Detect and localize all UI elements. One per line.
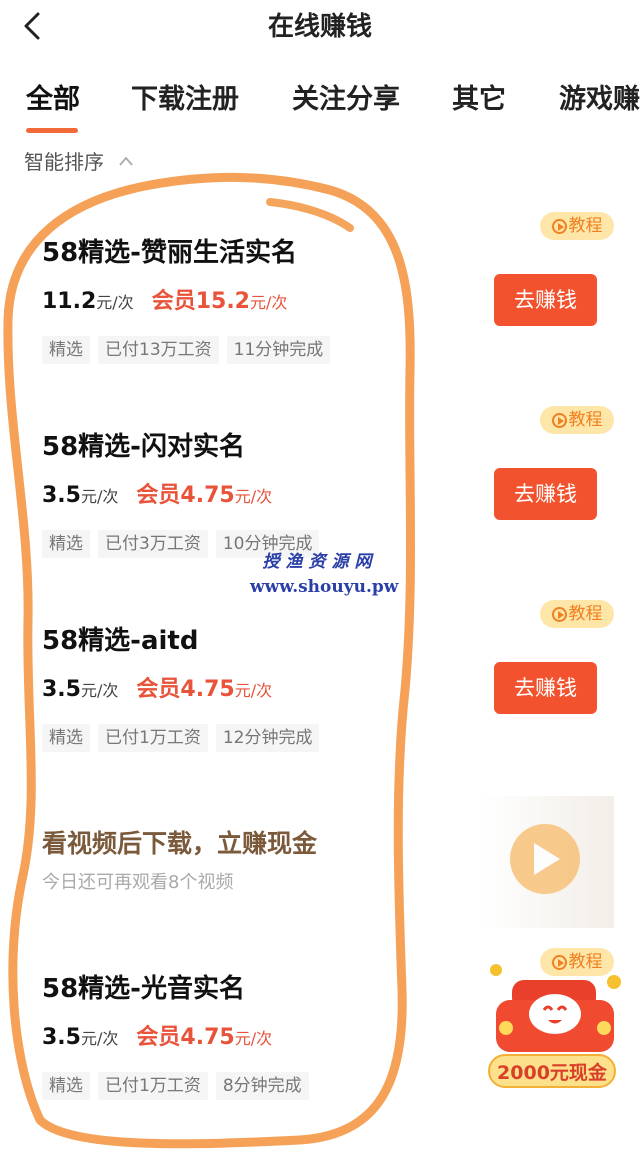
video-banner-subtitle: 今日还可再观看8个视频 <box>42 872 234 893</box>
price: 3.5 <box>42 1025 81 1050</box>
red-car-icon <box>490 964 621 1052</box>
vip-price: 4.75 <box>180 483 235 508</box>
play-icon <box>551 219 567 234</box>
earn-button[interactable]: 去赚钱 <box>494 274 597 326</box>
earn-button[interactable]: 去赚钱 <box>494 468 597 520</box>
price-row: 3.5元/次 会员4.75元/次 <box>42 483 273 508</box>
tab-other[interactable]: 其它 <box>452 80 506 120</box>
tag-list: 精选 已付1万工资 12分钟完成 <box>42 724 327 752</box>
tab-all[interactable]: 全部 <box>26 80 80 120</box>
tag-list: 精选 已付13万工资 11分钟完成 <box>42 336 338 364</box>
top-bar: 在线赚钱 <box>0 0 640 56</box>
cash-promo[interactable]: 2000元现金 <box>488 962 622 1092</box>
tag: 已付1万工资 <box>98 1072 208 1100</box>
tab-game[interactable]: 游戏赚 <box>559 80 640 120</box>
task-card[interactable]: 教程 58精选-赞丽生活实名 11.2元/次 会员15.2元/次 精选 已付13万工… <box>0 200 640 390</box>
play-icon <box>510 824 580 894</box>
tutorial-badge[interactable]: 教程 <box>540 212 614 240</box>
price-row: 11.2元/次 会员15.2元/次 <box>42 289 288 314</box>
tag: 12分钟完成 <box>215 724 320 752</box>
play-icon <box>551 413 567 428</box>
task-card[interactable]: 教程 58精选-aitd 3.5元/次 会员4.75元/次 精选 已付1万工资 12分… <box>0 588 640 778</box>
vip-label: 会员 <box>136 677 181 702</box>
promo-label: 2000元现金 <box>488 1054 616 1088</box>
chevron-up-icon <box>119 156 133 166</box>
vip-price: 15.2 <box>195 289 250 314</box>
tab-download-register[interactable]: 下载注册 <box>131 80 239 120</box>
price: 3.5 <box>42 677 81 702</box>
tag: 精选 <box>42 724 90 752</box>
tag: 精选 <box>42 336 90 364</box>
tag: 精选 <box>42 530 90 558</box>
tab-follow-share[interactable]: 关注分享 <box>292 80 400 120</box>
page-title: 在线赚钱 <box>267 12 372 42</box>
tutorial-badge[interactable]: 教程 <box>540 600 614 628</box>
vip-label: 会员 <box>136 1025 181 1050</box>
tutorial-badge[interactable]: 教程 <box>540 406 614 434</box>
watermark: 授渔资源网 www.shouyu.pw <box>250 552 399 597</box>
price-row: 3.5元/次 会员4.75元/次 <box>42 1025 273 1050</box>
tag-list: 精选 已付1万工资 8分钟完成 <box>42 1072 317 1100</box>
vip-price: 4.75 <box>180 1025 235 1050</box>
sort-dropdown[interactable]: 智能排序 <box>24 148 104 176</box>
task-title: 58精选-赞丽生活实名 <box>42 238 297 268</box>
active-tab-indicator <box>26 128 78 133</box>
tag: 已付1万工资 <box>98 724 208 752</box>
tag: 精选 <box>42 1072 90 1100</box>
task-title: 58精选-光音实名 <box>42 974 245 1004</box>
video-banner-title[interactable]: 看视频后下载，立赚现金 <box>42 826 317 862</box>
task-title: 58精选-aitd <box>42 626 199 656</box>
video-thumbnail[interactable] <box>480 796 614 928</box>
play-icon <box>551 607 567 622</box>
tag: 11分钟完成 <box>226 336 331 364</box>
tag: 已付13万工资 <box>98 336 219 364</box>
tag: 8分钟完成 <box>215 1072 309 1100</box>
tag: 已付3万工资 <box>98 530 208 558</box>
earn-button[interactable]: 去赚钱 <box>494 662 597 714</box>
price-row: 3.5元/次 会员4.75元/次 <box>42 677 273 702</box>
price: 11.2 <box>42 289 97 314</box>
vip-label: 会员 <box>136 483 181 508</box>
vip-price: 4.75 <box>180 677 235 702</box>
category-tabs: 全部 下载注册 关注分享 其它 游戏赚 <box>0 76 640 136</box>
price: 3.5 <box>42 483 81 508</box>
vip-label: 会员 <box>151 289 196 314</box>
task-title: 58精选-闪对实名 <box>42 432 245 462</box>
